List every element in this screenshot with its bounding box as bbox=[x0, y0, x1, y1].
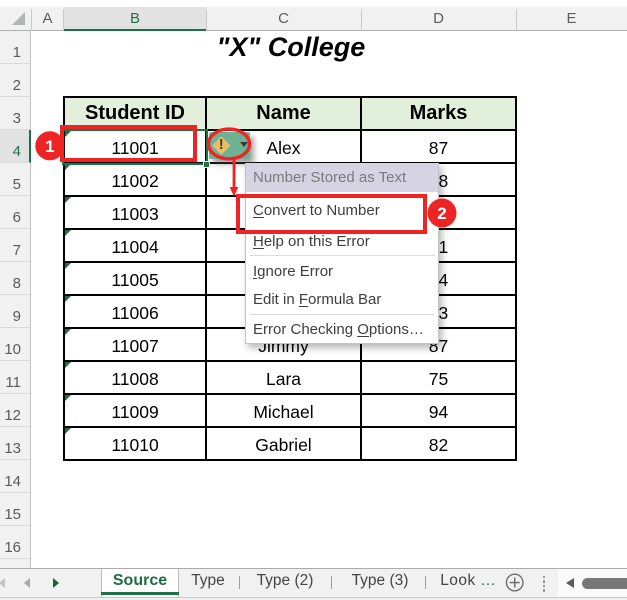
svg-text:1: 1 bbox=[45, 137, 54, 156]
svg-text:2: 2 bbox=[437, 204, 446, 223]
